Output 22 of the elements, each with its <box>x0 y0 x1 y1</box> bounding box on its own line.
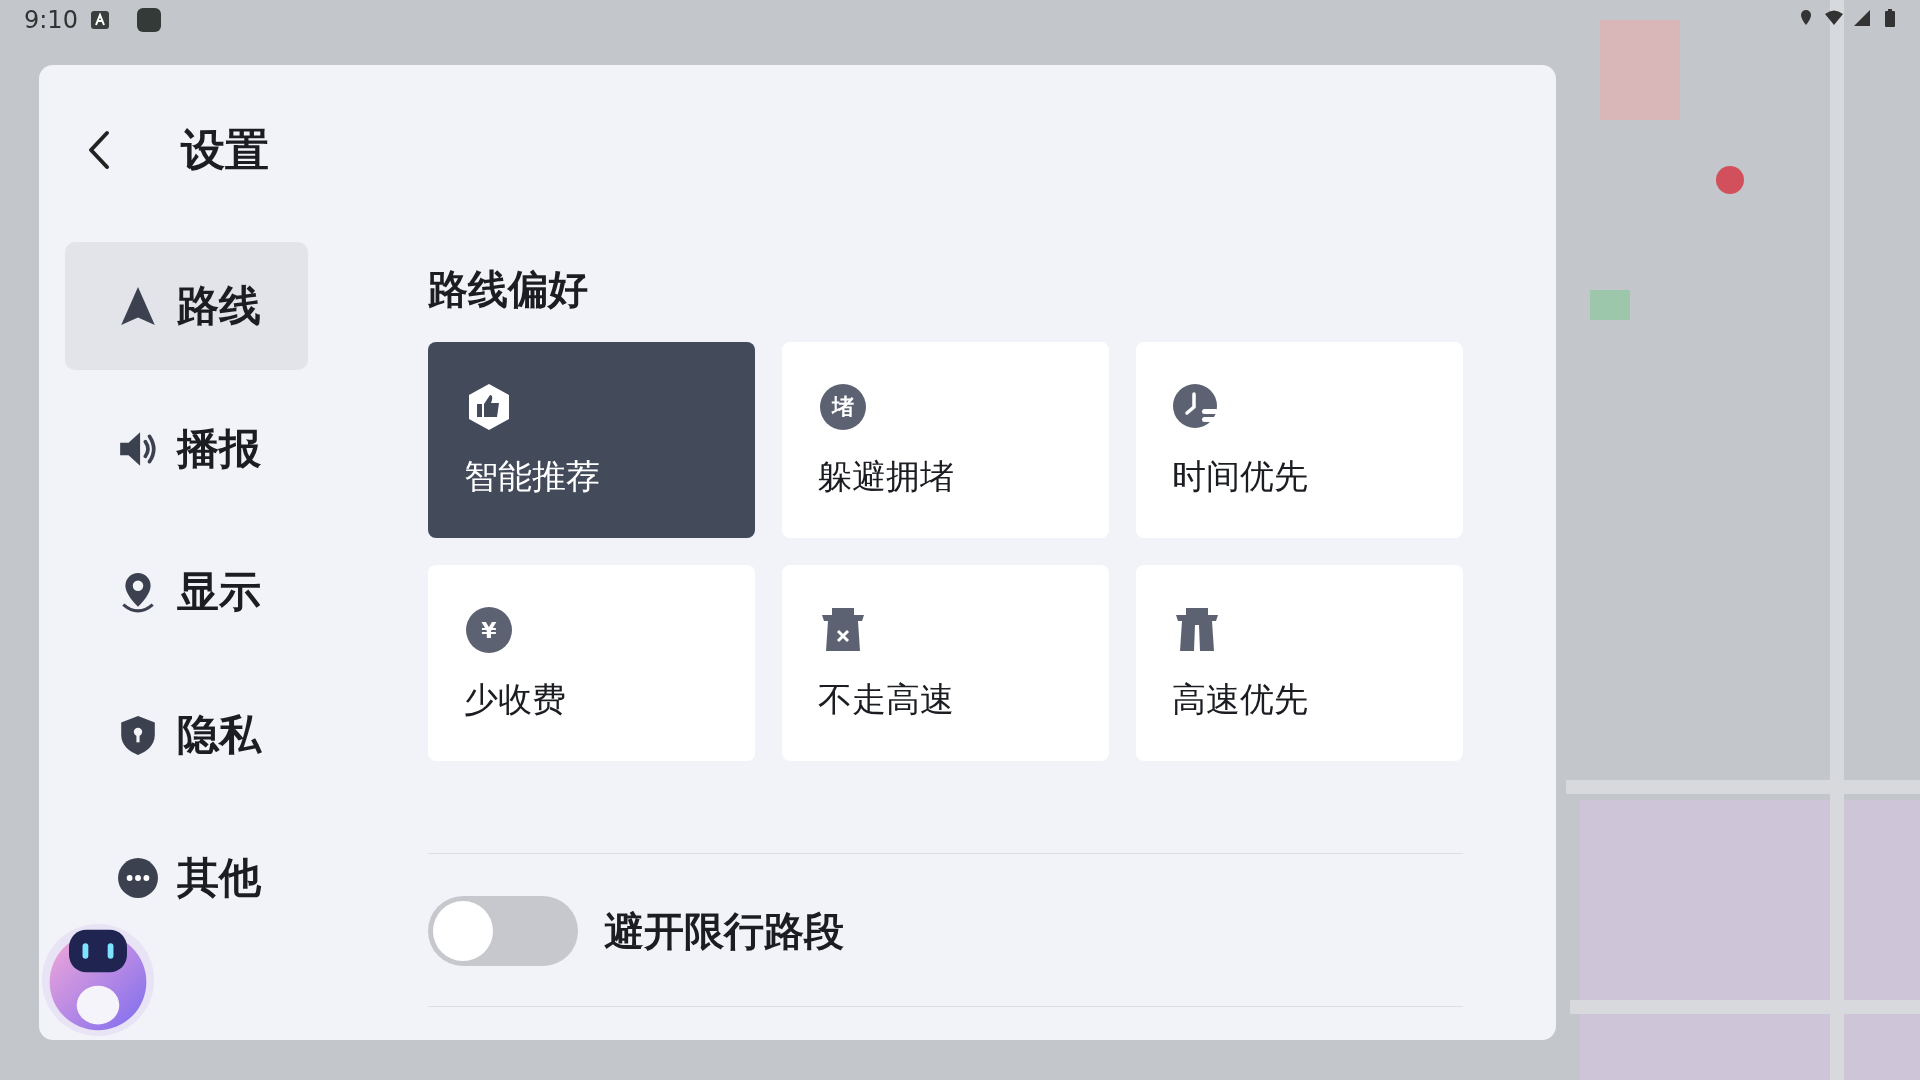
route-option[interactable]: 智能推荐 <box>428 342 755 538</box>
route-option[interactable]: 堵 躲避拥堵 <box>782 342 1109 538</box>
notification-icon <box>89 10 110 30</box>
sidebar-item[interactable]: 路线 <box>65 242 308 370</box>
route-option[interactable]: 时间优先 <box>1136 342 1463 538</box>
route-option[interactable]: 高速优先 <box>1136 565 1463 761</box>
more-icon <box>117 857 159 899</box>
toggle-label: 避开限行路段 <box>604 906 844 956</box>
glyph-icon: 堵 <box>820 384 866 430</box>
app-icon <box>135 7 162 33</box>
route-option[interactable]: ¥ 少收费 <box>428 565 755 761</box>
glyph-icon: ¥ <box>466 607 512 653</box>
signal-icon <box>1852 8 1872 28</box>
sidebar-item[interactable]: 其他 <box>65 814 308 942</box>
route-option[interactable]: 不走高速 <box>782 565 1109 761</box>
section-title: 路线偏好 <box>428 265 589 314</box>
status-time: 9:10 <box>24 6 78 34</box>
sidebar-item[interactable]: 隐私 <box>65 671 308 799</box>
sidebar-item[interactable]: 播报 <box>65 385 308 513</box>
page-title: 设置 <box>181 122 269 177</box>
sidebar-item[interactable]: 显示 <box>65 528 308 656</box>
assistant-icon[interactable] <box>40 922 156 1038</box>
